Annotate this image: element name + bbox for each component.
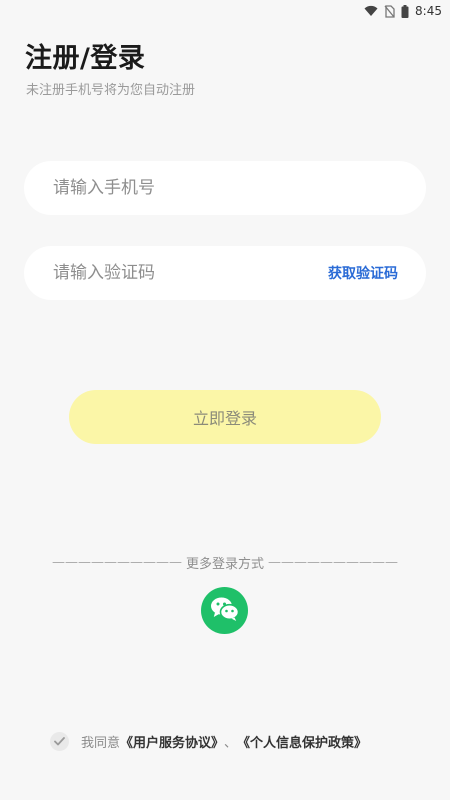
wechat-login-button[interactable] — [201, 587, 248, 634]
divider-line-right: —————————— — [268, 555, 398, 570]
agreement-row: 我同意 《用户服务协议》 、 《个人信息保护政策》 — [50, 732, 367, 751]
other-login-label: 更多登录方式 — [185, 557, 264, 572]
agreement-separator: 、 — [224, 736, 238, 751]
status-time: 8:45 — [415, 4, 442, 18]
code-field: 获取验证码 — [24, 246, 426, 300]
page-title: 注册/登录 — [25, 43, 146, 74]
verification-code-input[interactable] — [53, 263, 328, 283]
privacy-link[interactable]: 《个人信息保护政策》 — [237, 732, 367, 751]
terms-link[interactable]: 《用户服务协议》 — [120, 732, 224, 751]
divider-line-left: —————————— — [51, 555, 182, 570]
status-bar: 8:45 — [0, 0, 450, 22]
checkmark-icon — [54, 737, 65, 746]
no-sim-icon — [384, 4, 395, 18]
wifi-icon — [364, 5, 378, 17]
wechat-icon — [210, 596, 240, 626]
get-code-button[interactable]: 获取验证码 — [328, 263, 398, 283]
other-login-divider: —————————— 更多登录方式 —————————— — [0, 553, 450, 572]
phone-input[interactable] — [53, 178, 398, 198]
page-subtitle: 未注册手机号将为您自动注册 — [26, 83, 196, 98]
agreement-checkbox[interactable] — [50, 732, 69, 751]
login-button[interactable]: 立即登录 — [69, 390, 381, 444]
agreement-prefix: 我同意 — [81, 736, 121, 751]
phone-field — [24, 161, 426, 215]
battery-icon — [401, 4, 409, 18]
